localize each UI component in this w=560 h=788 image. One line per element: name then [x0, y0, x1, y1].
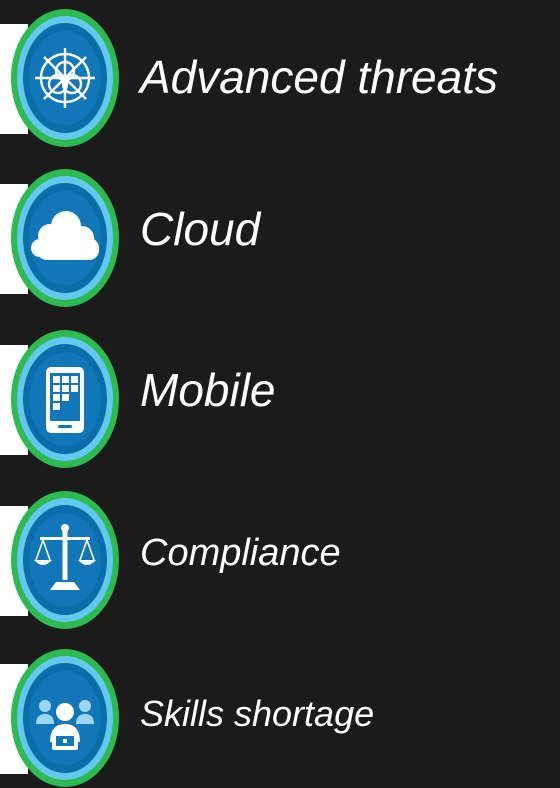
item-label: Mobile [140, 364, 276, 416]
list-item-cloud: Cloud [0, 166, 560, 308]
people-at-computers-icon [10, 648, 120, 788]
item-label: Advanced threats [140, 51, 499, 103]
list-item-compliance: Compliance [0, 488, 560, 630]
cloud-icon [10, 168, 120, 308]
list-item-skills-shortage: Skills shortage [0, 646, 560, 788]
item-label: Compliance [140, 532, 341, 574]
list-item-mobile: Mobile [0, 327, 560, 469]
mobile-device-icon [10, 329, 120, 469]
list-item-advanced-threats: Advanced threats [0, 6, 560, 148]
item-label: Cloud [140, 203, 261, 255]
item-label: Skills shortage [140, 693, 375, 734]
scales-of-justice-icon [10, 490, 120, 630]
biohazard-icon [10, 8, 120, 148]
